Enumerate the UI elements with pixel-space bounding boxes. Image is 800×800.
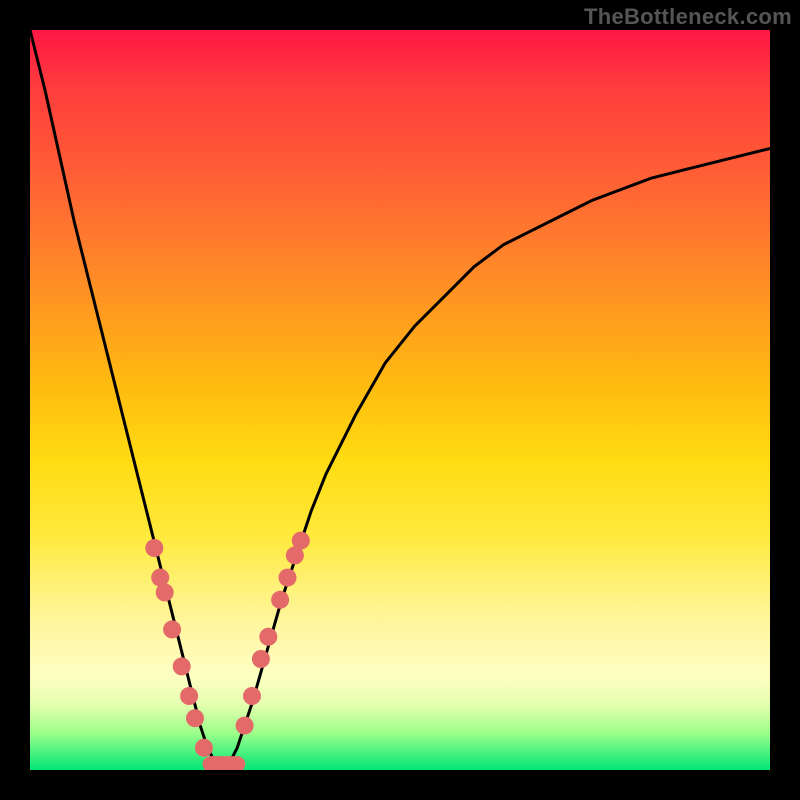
data-marker bbox=[156, 583, 174, 601]
data-marker bbox=[180, 687, 198, 705]
plot-area bbox=[30, 30, 770, 770]
data-marker bbox=[145, 539, 163, 557]
watermark-text: TheBottleneck.com bbox=[584, 4, 792, 30]
data-marker bbox=[236, 717, 254, 735]
data-marker bbox=[186, 709, 204, 727]
markers-group bbox=[145, 532, 309, 770]
data-marker-bar bbox=[203, 756, 246, 770]
chart-svg bbox=[30, 30, 770, 770]
chart-frame: TheBottleneck.com bbox=[0, 0, 800, 800]
data-marker bbox=[292, 532, 310, 550]
data-marker bbox=[279, 569, 297, 587]
data-marker bbox=[173, 657, 191, 675]
data-marker bbox=[163, 620, 181, 638]
data-marker bbox=[252, 650, 270, 668]
curve-path bbox=[30, 30, 770, 770]
data-marker bbox=[271, 591, 289, 609]
data-marker bbox=[243, 687, 261, 705]
data-marker bbox=[195, 739, 213, 757]
data-marker bbox=[259, 628, 277, 646]
